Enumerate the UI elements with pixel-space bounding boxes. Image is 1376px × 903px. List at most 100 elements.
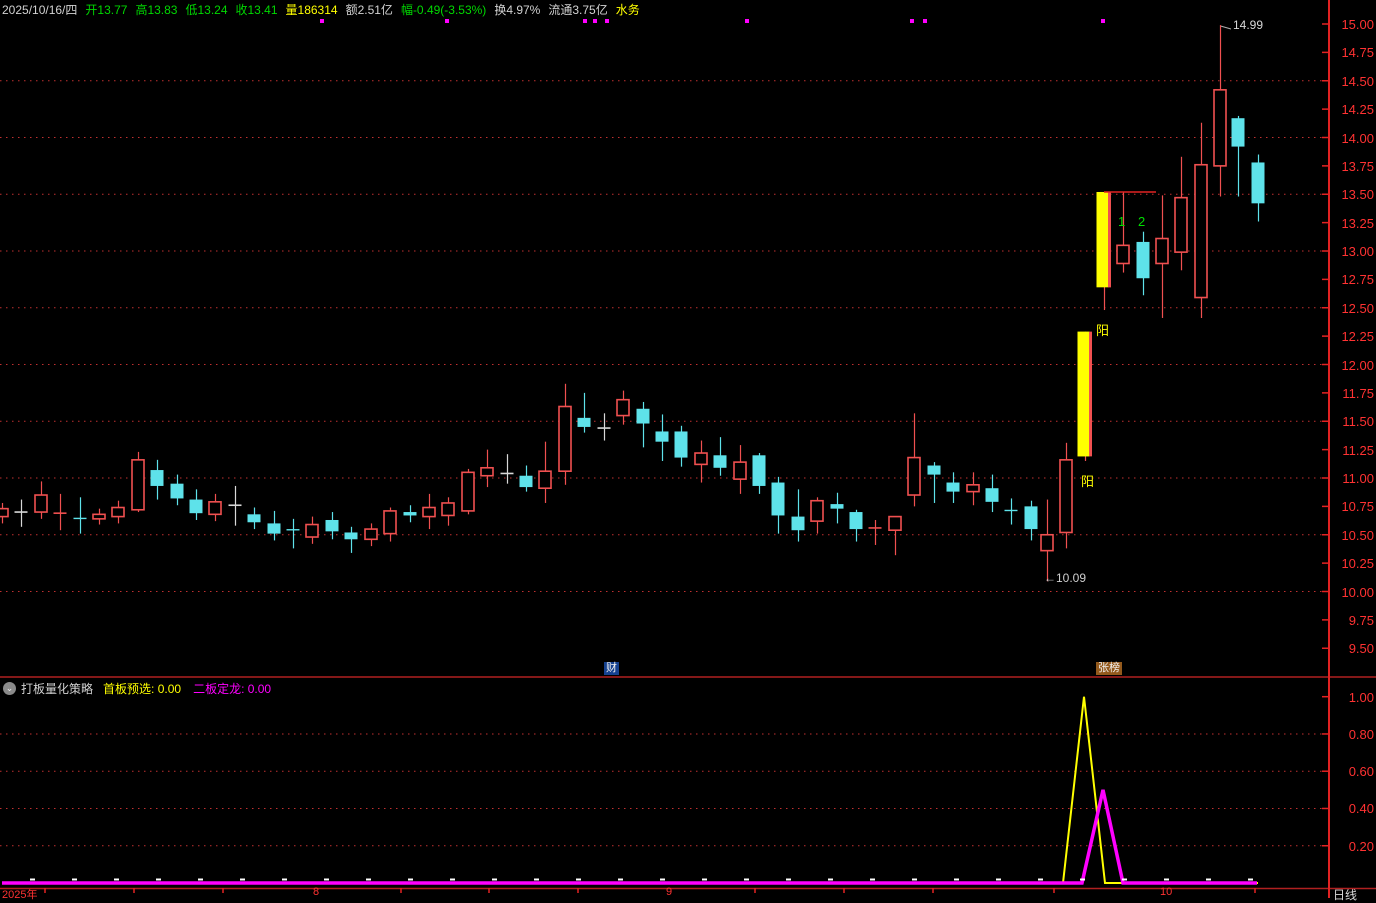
candle — [1175, 157, 1187, 271]
candle — [1232, 116, 1245, 197]
stock-chart-window: { "window": {"width": 1376, "height": 89… — [0, 0, 1376, 898]
candle — [753, 453, 766, 494]
indicator-panel-header: ⌄ 打板量化策略 首板预选: 0.00 二板定龙: 0.00 — [3, 680, 283, 697]
quote-field: 换4.97% — [494, 3, 540, 17]
candle — [714, 437, 727, 476]
candle — [1214, 25, 1226, 196]
candle — [598, 413, 611, 440]
axes-group — [0, 0, 1376, 898]
candle — [1041, 500, 1053, 582]
event-dot — [583, 19, 587, 23]
candle — [772, 477, 785, 534]
quote-field: 水务 — [616, 3, 640, 17]
candle — [132, 452, 144, 512]
event-dot — [593, 19, 597, 23]
candle — [306, 517, 318, 544]
candle — [928, 462, 941, 503]
quote-field: 收13.41 — [236, 3, 278, 17]
candle — [539, 442, 551, 503]
candle — [617, 391, 629, 425]
candle — [1137, 232, 1150, 296]
candle — [501, 454, 514, 484]
candle — [171, 475, 184, 506]
candle — [1117, 192, 1129, 273]
candle — [345, 527, 358, 553]
candle — [190, 489, 203, 520]
candle — [481, 450, 493, 487]
candle — [365, 523, 377, 546]
candle — [462, 469, 474, 514]
quote-field: 低13.24 — [185, 3, 227, 17]
candle — [287, 519, 300, 549]
indicator-field-2: 二板定龙: 0.00 — [193, 680, 271, 697]
indicator-field-2-label: 二板定龙: — [193, 682, 244, 696]
candle — [850, 510, 863, 542]
quote-field: 流通3.75亿 — [548, 3, 607, 17]
candle — [112, 501, 124, 524]
candle — [229, 486, 242, 526]
candle — [404, 505, 417, 522]
candle — [1060, 443, 1072, 549]
event-dot — [445, 19, 449, 23]
candle — [1078, 332, 1091, 461]
candle — [1195, 123, 1207, 318]
indicator-field-1-value: 0.00 — [158, 682, 181, 696]
candle — [209, 494, 221, 521]
indicator-series-group — [2, 697, 1258, 883]
candle — [423, 494, 435, 529]
event-dot — [910, 19, 914, 23]
candle — [54, 494, 67, 530]
candle — [889, 517, 901, 556]
candle — [559, 384, 571, 485]
candle — [811, 497, 823, 533]
candle — [1252, 155, 1265, 222]
event-dot — [1101, 19, 1105, 23]
quote-field: 2025/10/16/四 — [2, 3, 77, 17]
chevron-down-circle-icon[interactable]: ⌄ — [3, 682, 16, 695]
indicator-title: 打板量化策略 — [21, 680, 93, 697]
candle — [675, 426, 688, 467]
candle — [637, 402, 650, 447]
candle — [268, 511, 281, 541]
quote-field: 额2.51亿 — [346, 3, 393, 17]
chart-canvas — [0, 0, 1376, 898]
quote-info-bar: 2025/10/16/四开13.77 高13.83 低13.24 收13.41 量186… — [2, 1, 648, 18]
price-gridlines — [0, 81, 1326, 846]
quote-field: 幅-0.49(-3.53%) — [401, 3, 486, 17]
event-dot — [745, 19, 749, 23]
candles-group — [0, 25, 1265, 581]
candle — [93, 509, 105, 525]
candle — [0, 503, 8, 523]
candle — [831, 493, 844, 524]
candle — [869, 520, 882, 545]
candle — [947, 472, 960, 503]
indicator-field-2-value: 0.00 — [248, 682, 271, 696]
candle — [35, 481, 47, 518]
candle — [1097, 192, 1110, 310]
indicator-line — [2, 697, 1258, 883]
candle — [520, 466, 533, 492]
quote-field: 开13.77 — [85, 3, 127, 17]
quote-field: 量186314 — [286, 3, 338, 17]
indicator-field-1-label: 首板预选: — [103, 682, 154, 696]
candle — [1005, 498, 1018, 524]
indicator-field-1: 首板预选: 0.00 — [103, 680, 181, 697]
candle — [695, 441, 707, 483]
candle — [248, 508, 261, 530]
candle — [578, 393, 591, 433]
candle — [908, 413, 920, 506]
quote-field: 高13.83 — [135, 3, 177, 17]
candle — [442, 497, 454, 525]
candle — [792, 489, 805, 541]
event-dot — [605, 19, 609, 23]
candle — [967, 472, 979, 505]
event-dot — [320, 19, 324, 23]
high-callout-leader — [1221, 26, 1231, 29]
event-dot — [923, 19, 927, 23]
candle — [15, 500, 28, 527]
candle — [384, 508, 396, 542]
candle — [734, 445, 746, 494]
candle — [1156, 195, 1168, 318]
candle — [74, 497, 87, 533]
candle — [986, 475, 999, 512]
